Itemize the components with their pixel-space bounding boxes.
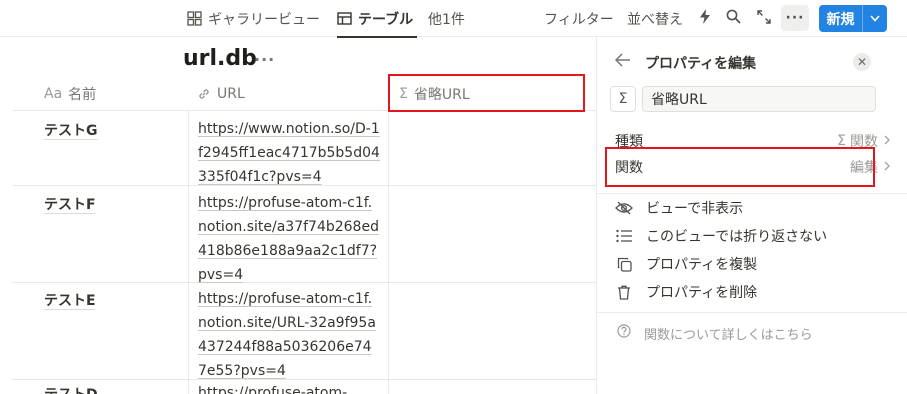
row-name-cell[interactable]: テストD xyxy=(44,384,98,394)
url-link[interactable]: https://profuse-atom- xyxy=(198,385,347,394)
close-icon[interactable]: ✕ xyxy=(853,53,871,71)
action-label: ビューで非表示 xyxy=(646,201,744,217)
list-icon xyxy=(614,229,634,243)
sort-button[interactable]: 並べ替え xyxy=(627,0,683,37)
back-arrow-icon[interactable] xyxy=(614,52,631,71)
action-label: プロパティを複製 xyxy=(646,257,758,273)
page-title: url.db xyxy=(183,46,257,71)
link-icon xyxy=(197,87,211,101)
chevron-down-icon[interactable] xyxy=(863,5,887,32)
row-url-cell[interactable]: https://profuse-atom- xyxy=(198,381,380,394)
lightning-icon xyxy=(699,9,711,28)
search-button[interactable] xyxy=(726,0,741,37)
column-header-name[interactable]: Aa 名前 xyxy=(44,76,96,111)
chevron-right-icon xyxy=(884,159,890,175)
title-more-button[interactable]: ··· xyxy=(254,50,275,69)
text-type-icon: Aa xyxy=(44,85,63,102)
column-divider xyxy=(188,110,189,394)
property-edit-panel: プロパティを編集 ✕ Σ 種類 Σ 関数 関数 編集 ビューで非表示 xyxy=(596,37,907,394)
sigma-icon: Σ xyxy=(618,91,628,107)
panel-divider xyxy=(597,312,907,313)
url-link[interactable]: https://profuse-atom-c1f.notion.site/URL… xyxy=(198,291,376,379)
highlight-box xyxy=(388,74,585,112)
duplicate-property-action[interactable]: プロパティを複製 xyxy=(597,250,907,278)
property-name-input[interactable] xyxy=(642,86,876,112)
column-header-label: 名前 xyxy=(68,86,97,103)
row-url-cell[interactable]: https://profuse-atom-c1f.notion.site/a37… xyxy=(198,191,380,287)
url-link[interactable]: https://profuse-atom-c1f.notion.site/a37… xyxy=(198,195,379,283)
url-link[interactable]: https://www.notion.so/D-1f2945ff1eac4717… xyxy=(198,121,380,185)
filter-button[interactable]: フィルター xyxy=(544,0,614,37)
tab-label: テーブル xyxy=(358,11,414,28)
new-button-label[interactable]: 新規 xyxy=(819,5,863,32)
tab-more-views[interactable]: 他1件 xyxy=(428,0,465,37)
tab-gallery-view[interactable]: ギャラリービュー xyxy=(187,0,320,37)
search-icon xyxy=(726,9,741,28)
trash-icon xyxy=(614,285,634,300)
view-toolbar: ギャラリービュー テーブル 他1件 フィルター 並べ替え ··· 新規 xyxy=(0,0,907,38)
property-icon-button[interactable]: Σ xyxy=(610,86,636,112)
column-header-url[interactable]: URL xyxy=(197,76,245,111)
chevron-right-icon xyxy=(884,133,890,149)
action-label: このビューでは折り返さない xyxy=(646,229,828,245)
help-circle-icon xyxy=(617,324,631,342)
column-divider xyxy=(388,110,389,394)
expand-arrows-icon xyxy=(757,9,771,28)
panel-title: プロパティを編集 xyxy=(645,56,757,72)
automation-button[interactable] xyxy=(699,0,711,37)
tab-label: ギャラリービュー xyxy=(208,11,320,28)
no-wrap-action[interactable]: このビューでは折り返さない xyxy=(597,222,907,250)
help-text: 関数について詳しくはこちら xyxy=(644,327,813,343)
row-name-cell[interactable]: テストF xyxy=(44,194,96,214)
row-name-cell[interactable]: テストE xyxy=(44,290,96,310)
formula-help-link[interactable]: 関数について詳しくはこちら xyxy=(597,321,907,345)
row-url-cell[interactable]: https://profuse-atom-c1f.notion.site/URL… xyxy=(198,287,380,383)
tab-label: 他1件 xyxy=(428,11,465,28)
highlight-box xyxy=(605,147,875,187)
row-name-cell[interactable]: テストG xyxy=(44,120,98,140)
new-button[interactable]: 新規 xyxy=(819,5,887,32)
gallery-icon xyxy=(187,11,202,26)
table-icon xyxy=(337,11,352,26)
expand-button[interactable] xyxy=(757,0,771,37)
duplicate-icon xyxy=(614,257,634,272)
action-label: プロパティを削除 xyxy=(646,285,758,301)
row-url-cell[interactable]: https://www.notion.so/D-1f2945ff1eac4717… xyxy=(198,117,380,189)
column-header-label: URL xyxy=(217,85,245,102)
eye-slash-icon xyxy=(614,201,634,215)
tab-table-view[interactable]: テーブル xyxy=(337,0,418,38)
hide-in-view-action[interactable]: ビューで非表示 xyxy=(597,194,907,222)
more-options-button[interactable]: ··· xyxy=(781,5,809,31)
delete-property-action[interactable]: プロパティを削除 xyxy=(597,278,907,306)
